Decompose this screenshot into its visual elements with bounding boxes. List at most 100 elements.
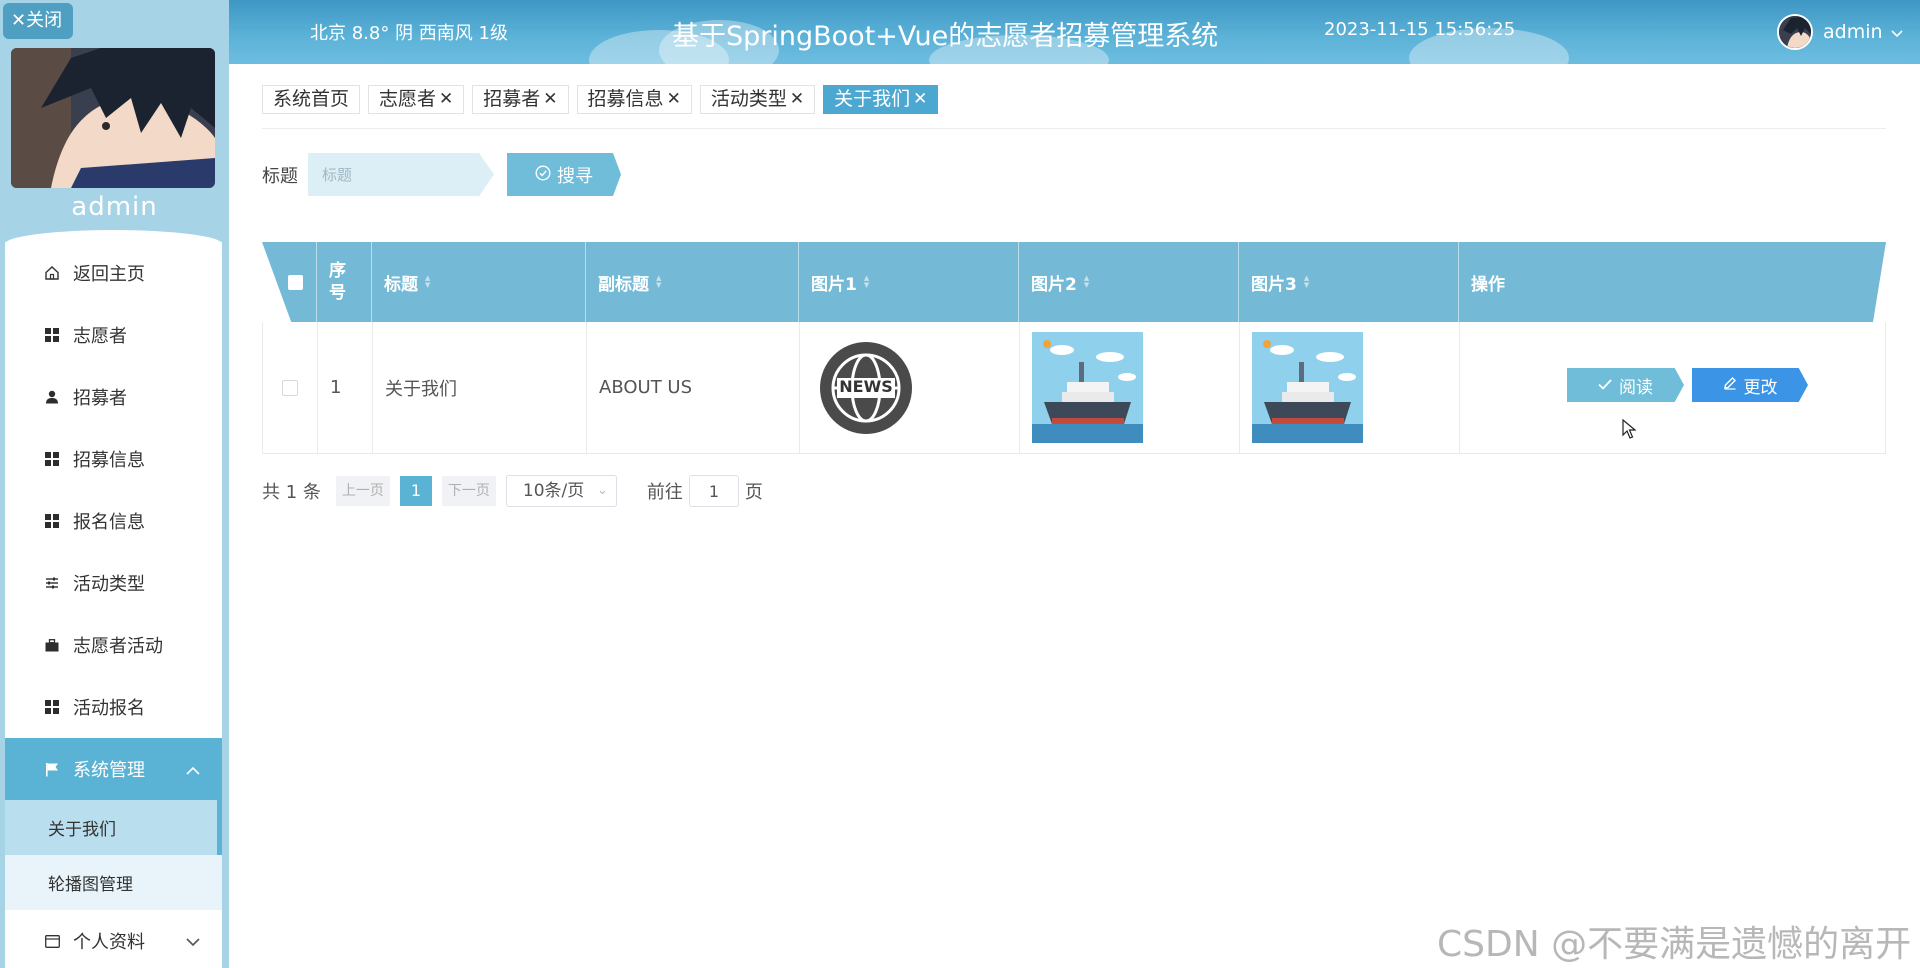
sidebar-item-volunteer[interactable]: 志愿者 xyxy=(5,304,222,366)
goto-prefix: 前往 xyxy=(646,482,683,503)
column-label: 序号 xyxy=(329,261,346,303)
mouse-cursor-icon xyxy=(1622,418,1637,443)
weather-info: 北京 8.8° 阴 西南风 1级 xyxy=(310,23,508,44)
next-page-button[interactable]: 下一页 xyxy=(441,476,496,506)
table-header: 序号 标题 ▲ ▼ 副标题 ▲ ▼ 图片1 ▲ ▼ 图片2 ▲ ▼ 图片3 ▲ ▼ 操作 xyxy=(262,242,1886,322)
sidebar-item-label: 报名信息 xyxy=(73,512,145,533)
column-actions: 操作 xyxy=(1459,242,1886,322)
sidebar-item-recruit-info[interactable]: 招募信息 xyxy=(5,428,222,490)
column-title[interactable]: 标题 ▲ ▼ xyxy=(372,242,586,322)
chevron-down-icon xyxy=(186,932,200,951)
home-icon xyxy=(41,265,63,281)
top-header: 北京 8.8° 阴 西南风 1级 基于SpringBoot+Vue的志愿者招募管… xyxy=(229,0,1920,64)
edit-icon xyxy=(1723,376,1737,394)
grid-icon xyxy=(41,700,63,714)
sidebar: ✕关闭 admin 返回主页 志愿者 招募者 招募信息 报名信息 活动类型 志愿… xyxy=(0,0,229,968)
cell-pic2 xyxy=(1020,322,1240,453)
tab-recruit-info[interactable]: 招募信息 ✕ xyxy=(576,85,692,114)
tab-label: 活动类型 xyxy=(710,88,787,110)
search-input[interactable] xyxy=(308,153,494,196)
total-count: 共 1 条 xyxy=(262,482,321,503)
cell-pic3 xyxy=(1240,322,1460,453)
close-icon[interactable]: ✕ xyxy=(913,86,927,113)
tab-volunteer[interactable]: 志愿者 ✕ xyxy=(368,85,465,114)
chevron-down-icon xyxy=(1890,21,1903,43)
read-button[interactable]: 阅读 xyxy=(1567,368,1684,402)
sidebar-item-recruiter[interactable]: 招募者 xyxy=(5,366,222,428)
tab-label: 系统首页 xyxy=(273,88,350,110)
tab-bar: 系统首页 志愿者 ✕ 招募者 ✕ 招募信息 ✕ 活动类型 ✕ 关于我们 ✕ xyxy=(262,85,946,114)
column-label: 图片3 xyxy=(1251,274,1297,295)
tab-activity-type[interactable]: 活动类型 ✕ xyxy=(699,85,816,114)
user-icon xyxy=(41,390,63,404)
tab-label: 志愿者 xyxy=(379,88,437,110)
ship-image[interactable] xyxy=(1032,332,1143,443)
row-checkbox[interactable] xyxy=(282,379,298,396)
side-menu: 返回主页 志愿者 招募者 招募信息 报名信息 活动类型 志愿者活动 活动报名 系… xyxy=(5,230,222,968)
ship-image[interactable] xyxy=(1252,332,1363,443)
sidebar-item-label: 个人资料 xyxy=(73,932,145,953)
close-icon[interactable]: ✕ xyxy=(790,86,804,113)
tab-recruiter[interactable]: 招募者 ✕ xyxy=(472,85,569,114)
sidebar-close-button[interactable]: ✕关闭 xyxy=(3,3,73,39)
chevron-down-icon: ⌄ xyxy=(597,483,608,498)
cell-title: 关于我们 xyxy=(373,322,587,453)
edit-button-label: 更改 xyxy=(1743,377,1778,398)
goto-page-input[interactable] xyxy=(688,475,739,507)
check-icon xyxy=(1598,376,1612,394)
sort-icon[interactable]: ▲ ▼ xyxy=(1304,275,1309,289)
sidebar-item-label: 活动类型 xyxy=(73,574,145,595)
card-icon xyxy=(41,934,63,948)
prev-page-button[interactable]: 上一页 xyxy=(335,476,390,506)
page-size-select[interactable]: 10条/页 ⌄ xyxy=(505,475,617,507)
column-label: 副标题 xyxy=(598,274,649,295)
briefcase-icon xyxy=(41,638,63,652)
sidebar-item-signup-info[interactable]: 报名信息 xyxy=(5,490,222,552)
close-icon[interactable]: ✕ xyxy=(439,86,453,113)
sort-icon[interactable]: ▲ ▼ xyxy=(864,275,869,289)
sidebar-item-profile[interactable]: 个人资料 xyxy=(5,910,222,968)
sidebar-item-label: 招募信息 xyxy=(73,450,145,471)
column-pic3[interactable]: 图片3 ▲ ▼ xyxy=(1239,242,1459,322)
read-button-label: 阅读 xyxy=(1619,377,1653,398)
tab-home[interactable]: 系统首页 xyxy=(262,85,361,114)
column-label: 操作 xyxy=(1471,274,1505,295)
cell-pic1: NEWS xyxy=(800,322,1020,453)
sidebar-item-label: 志愿者 xyxy=(73,326,127,347)
column-pic1[interactable]: 图片1 ▲ ▼ xyxy=(799,242,1019,322)
row-select-cell xyxy=(263,322,318,453)
sort-icon[interactable]: ▲ ▼ xyxy=(1084,275,1089,289)
sidebar-item-home[interactable]: 返回主页 xyxy=(5,242,222,304)
edit-button[interactable]: 更改 xyxy=(1692,368,1808,402)
avatar xyxy=(1777,14,1813,50)
tab-about-us[interactable]: 关于我们 ✕ xyxy=(823,85,939,114)
column-subtitle[interactable]: 副标题 ▲ ▼ xyxy=(586,242,799,322)
sidebar-subitem-about[interactable]: 关于我们 xyxy=(5,800,222,855)
search-button[interactable]: 搜寻 xyxy=(507,153,621,196)
flag-icon xyxy=(41,762,63,777)
close-icon[interactable]: ✕ xyxy=(667,86,681,113)
sidebar-item-volunteer-activity[interactable]: 志愿者活动 xyxy=(5,614,222,676)
close-icon[interactable]: ✕ xyxy=(543,86,557,113)
user-dropdown[interactable]: admin xyxy=(1777,12,1903,52)
sidebar-subitem-carousel[interactable]: 轮播图管理 xyxy=(5,855,222,910)
grid-icon xyxy=(41,514,63,528)
sidebar-avatar xyxy=(11,48,215,188)
news-globe-image[interactable]: NEWS xyxy=(819,341,913,435)
select-all-checkbox[interactable] xyxy=(287,274,303,290)
sidebar-item-activity-type[interactable]: 活动类型 xyxy=(5,552,222,614)
sort-icon[interactable]: ▲ ▼ xyxy=(656,275,661,289)
sort-icon[interactable]: ▲ ▼ xyxy=(425,275,430,289)
page-number-current[interactable]: 1 xyxy=(399,476,432,506)
sidebar-item-system[interactable]: 系统管理 xyxy=(5,738,222,800)
tab-label: 招募信息 xyxy=(587,88,664,110)
grid-icon xyxy=(41,328,63,342)
sidebar-item-activity-signup[interactable]: 活动报名 xyxy=(5,676,222,738)
tabs-divider xyxy=(262,128,1886,129)
sidebar-item-label: 招募者 xyxy=(73,388,127,409)
page-size-value: 10条/页 xyxy=(522,481,585,501)
cell-index: 1 xyxy=(318,322,373,453)
sidebar-username: admin xyxy=(71,192,158,222)
column-pic2[interactable]: 图片2 ▲ ▼ xyxy=(1019,242,1239,322)
cell-subtitle: ABOUT US xyxy=(587,322,800,453)
